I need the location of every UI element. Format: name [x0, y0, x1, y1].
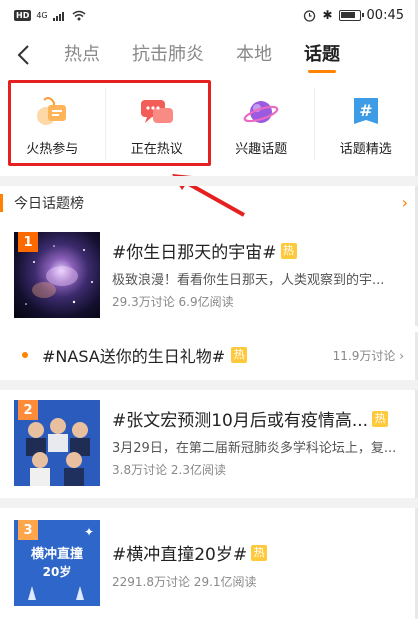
topic-item[interactable]: 2 #张文宏预测10月后或有疫情高... 热 3月29日，在第二届新冠肺炎多学科论…	[14, 400, 418, 486]
rank-badge: 3	[18, 520, 38, 540]
topic-description: 极致浪漫！看看你生日那天，人类观察到的宇...	[112, 273, 385, 288]
topic-stats: 3.8万讨论 2.3亿阅读	[112, 463, 226, 477]
alarm-icon	[304, 9, 316, 22]
poster-text-2: 20岁	[43, 564, 72, 579]
section-header[interactable]: 今日话题榜 ›	[0, 188, 418, 218]
rank-badge: 2	[18, 400, 38, 420]
hashtag-icon: #	[353, 98, 378, 124]
topic-stats: 2291.8万讨论 29.1亿阅读	[112, 575, 257, 589]
section-title: 今日话题榜	[14, 196, 84, 212]
section-divider	[0, 498, 418, 508]
tab-local[interactable]: 本地	[236, 34, 272, 76]
bullet-dot	[22, 352, 28, 358]
topic-title: #张文宏预测10月后或有疫情高...	[112, 411, 369, 431]
spacer	[0, 326, 418, 332]
topic-title: #你生日那天的宇宙#	[112, 243, 277, 263]
topic-list-item[interactable]: #NASA送你的生日礼物# 热 11.9万讨论 ›	[0, 340, 418, 370]
topic-item[interactable]: ✦ 横冲直撞 20岁 3 #横冲直撞20岁# 热 2291.8万讨论 29.1亿阅…	[14, 520, 418, 606]
topic-stats: 29.3万讨论 6.9亿阅读	[112, 295, 234, 309]
category-featured-topics[interactable]: # 话题精选	[313, 80, 418, 168]
tab-fight-pneumonia[interactable]: 抗击肺炎	[132, 34, 204, 76]
section-divider	[0, 176, 418, 186]
topic-count: 11.9万讨论 ›	[332, 348, 404, 363]
topic-item[interactable]: 1 #你生日那天的宇宙# 热 极致浪漫！看看你生日那天，人类观察到的宇... 29…	[14, 232, 418, 318]
hd-badge: HD	[14, 9, 32, 21]
chevron-right-icon: ›	[401, 193, 408, 212]
hot-badge: 热	[372, 410, 389, 427]
chevron-left-icon	[17, 45, 29, 65]
section-divider	[0, 380, 418, 390]
highlight-annotation-box	[8, 80, 211, 166]
topic-thumbnail: ✦ 横冲直撞 20岁 3	[14, 520, 100, 606]
topic-thumbnail: 2	[14, 400, 100, 486]
network-label: 4G	[36, 10, 48, 20]
tab-hot[interactable]: 热点	[64, 34, 100, 76]
hot-badge: 热	[280, 242, 297, 259]
wifi-icon	[72, 10, 86, 20]
topic-thumbnail: 1	[14, 232, 100, 318]
category-interest-topics[interactable]: 兴趣话题	[209, 80, 314, 168]
hot-badge: 热	[251, 544, 268, 561]
battery-icon	[338, 9, 364, 21]
back-button[interactable]	[0, 34, 46, 76]
section-accent-bar	[0, 194, 3, 212]
hot-badge: 热	[231, 347, 248, 363]
topic-title: #横冲直撞20岁#	[112, 545, 248, 565]
svg-text:#: #	[359, 101, 372, 120]
topic-title: #NASA送你的生日礼物#	[42, 347, 226, 366]
clock-time: 00:45	[366, 7, 404, 23]
topic-description: 3月29日，在第二届新冠肺炎多学科论坛上，复...	[112, 441, 397, 456]
status-bar: HD 4G ✱ 00:45	[0, 0, 418, 30]
category-label: 话题精选	[339, 142, 392, 157]
poster-text-1: 横冲直撞	[31, 546, 83, 562]
bluetooth-icon: ✱	[322, 8, 333, 22]
top-nav: 热点 抗击肺炎 本地 话题	[0, 34, 418, 76]
tab-topics[interactable]: 话题	[304, 34, 340, 76]
svg-text:✦: ✦	[84, 525, 94, 539]
planet-icon	[243, 101, 279, 123]
signal-icon	[52, 11, 64, 21]
rank-badge: 1	[18, 232, 38, 252]
category-label: 兴趣话题	[235, 142, 288, 157]
